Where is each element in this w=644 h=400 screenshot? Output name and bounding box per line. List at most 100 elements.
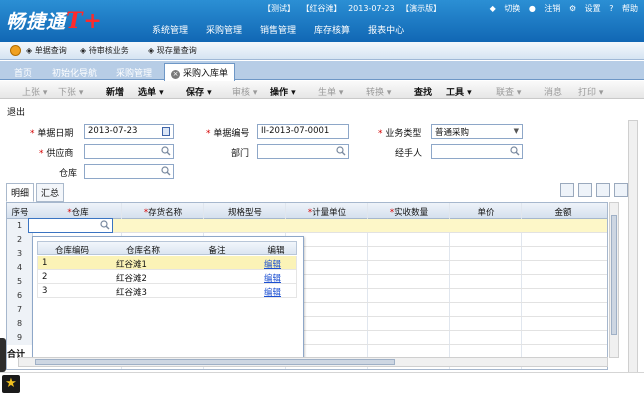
grid-vertical-scrollbar[interactable] xyxy=(609,202,619,358)
warehouse-label: 仓库 xyxy=(59,169,78,179)
col-unit[interactable]: *计量单位 xyxy=(287,206,367,218)
main-menu: 系统管理 采购管理 销售管理 库存核算 报表中心 xyxy=(152,23,422,36)
exit-button[interactable]: 退出 xyxy=(7,105,25,118)
test-badge: 【测试】 xyxy=(263,4,295,13)
relate-button[interactable]: 联查 ▾ xyxy=(496,85,521,98)
convert-button[interactable]: 转换 ▾ xyxy=(366,85,391,98)
search-icon[interactable] xyxy=(100,220,110,230)
dept-field[interactable] xyxy=(257,144,349,159)
login-date: 2013-07-23 xyxy=(348,4,395,13)
quick-stock-query[interactable]: ◈ 现存量查询 xyxy=(148,45,197,56)
close-icon[interactable]: × xyxy=(171,70,180,79)
search-icon[interactable] xyxy=(510,146,520,156)
company-name: 【红谷滩】 xyxy=(301,4,342,13)
switch-link[interactable]: ◆ 切换 xyxy=(490,4,521,13)
menu-system[interactable]: 系统管理 xyxy=(152,23,188,36)
popup-col-note: 备注 xyxy=(208,246,226,256)
mode-badge: 【演示版】 xyxy=(401,4,442,13)
scroll-thumb[interactable] xyxy=(611,215,617,335)
edit-link[interactable]: 编辑 xyxy=(264,258,281,270)
copy-row-icon[interactable] xyxy=(560,183,574,197)
edit-link[interactable]: 编辑 xyxy=(264,286,281,298)
tab-home[interactable]: 首页 xyxy=(8,64,38,80)
grid-header: 序号 *仓库 *存货名称 规格型号 *计量单位 *实收数量 单价 金额 xyxy=(7,203,607,219)
help-link[interactable]: ? 帮助 xyxy=(609,4,638,13)
gear-icon[interactable] xyxy=(10,45,21,56)
doc-date-label: * 单据日期 xyxy=(30,129,74,139)
dept-label: 部门 xyxy=(231,149,250,159)
quick-nav: ◈ 单据查询 ◈ 待审核业务 ◈ 现存量查询 xyxy=(0,42,644,60)
search-icon[interactable] xyxy=(161,166,171,176)
col-warehouse[interactable]: *仓库 xyxy=(35,206,121,218)
biz-type-select[interactable]: 普通采购 xyxy=(431,124,523,139)
col-spec[interactable]: 规格型号 xyxy=(205,206,285,218)
handler-label: 经手人 xyxy=(395,149,423,159)
handler-field[interactable] xyxy=(431,144,523,159)
save-button[interactable]: 保存 ▾ xyxy=(186,85,212,98)
tools-button[interactable]: 工具 ▾ xyxy=(446,85,472,98)
quick-doc-query[interactable]: ◈ 单据查询 xyxy=(26,45,67,56)
audit-button[interactable]: 审核 ▾ xyxy=(232,85,257,98)
popup-col-code: 仓库编码 xyxy=(54,246,89,256)
export-excel-icon[interactable] xyxy=(578,183,592,197)
row-number: 5 xyxy=(7,275,33,289)
grid-toolbar xyxy=(556,183,628,197)
warehouse-name: 红谷滩1 xyxy=(116,260,147,270)
settings-link[interactable]: ⚙ 设置 xyxy=(569,4,601,13)
tab-summary[interactable]: 汇总 xyxy=(36,183,65,202)
scroll-thumb[interactable] xyxy=(35,359,395,365)
prev-button[interactable]: 上张 ▾ xyxy=(22,85,47,98)
row-number: 8 xyxy=(7,317,33,331)
print-button[interactable]: 打印 ▾ xyxy=(578,85,603,98)
column-settings-icon[interactable] xyxy=(596,183,610,197)
top-info: 【测试】 【红谷滩】 2013-07-23 【演示版】 xyxy=(263,3,445,14)
popup-row[interactable]: 1 红谷滩1 编辑 xyxy=(37,256,297,270)
popup-header: 仓库编码 仓库名称 备注 编辑 xyxy=(37,241,297,256)
search-icon[interactable] xyxy=(161,146,171,156)
popup-row[interactable]: 3 红谷滩3 编辑 xyxy=(37,284,297,298)
star-icon[interactable]: ★ xyxy=(2,375,20,393)
doc-date-field[interactable]: 2013-07-23 xyxy=(84,124,174,139)
doc-no-field[interactable]: II-2013-07-0001 xyxy=(257,124,349,139)
menu-inventory[interactable]: 库存核算 xyxy=(314,23,350,36)
select-button[interactable]: 选单 ▾ xyxy=(138,85,164,98)
menu-sales[interactable]: 销售管理 xyxy=(260,23,296,36)
page-vertical-scrollbar[interactable] xyxy=(628,120,638,378)
col-unit-price[interactable]: 单价 xyxy=(451,206,521,218)
tab-purchase-mgmt[interactable]: 采购管理 xyxy=(110,64,158,80)
menu-reports[interactable]: 报表中心 xyxy=(368,23,404,36)
find-button[interactable]: 查找 xyxy=(414,85,432,98)
search-icon[interactable] xyxy=(336,146,346,156)
tab-purchase-receipt[interactable]: × 采购入库单 xyxy=(164,63,236,81)
toolbar: 上张 ▾ 下张 ▾ 新增 选单 ▾ 保存 ▾ 审核 ▾ 操作 ▾ 生单 ▾ 转换… xyxy=(0,81,644,99)
detail-tabs: 明细 汇总 xyxy=(6,183,66,202)
operate-button[interactable]: 操作 ▾ xyxy=(270,85,296,98)
calendar-icon[interactable] xyxy=(162,127,170,136)
edit-link[interactable]: 编辑 xyxy=(264,272,281,284)
side-panel-handle[interactable] xyxy=(0,338,6,372)
logout-link[interactable]: ● 注销 xyxy=(529,4,561,13)
popup-row[interactable]: 2 红谷滩2 编辑 xyxy=(37,270,297,284)
col-item-name[interactable]: *存货名称 xyxy=(123,206,203,218)
warehouse-field[interactable] xyxy=(84,164,174,179)
tab-bar: 首页 初始化导航 采购管理 × 采购入库单 xyxy=(0,61,644,81)
menu-purchase[interactable]: 采购管理 xyxy=(206,23,242,36)
col-quantity[interactable]: *实收数量 xyxy=(369,206,449,218)
save-layout-icon[interactable] xyxy=(614,183,628,197)
warehouse-name: 红谷滩3 xyxy=(116,288,147,298)
next-button[interactable]: 下张 ▾ xyxy=(58,85,83,98)
supplier-field[interactable] xyxy=(84,144,174,159)
new-button[interactable]: 新增 xyxy=(106,85,124,98)
message-button[interactable]: 消息 xyxy=(544,85,562,98)
horizontal-scrollbar[interactable] xyxy=(18,357,608,367)
warehouse-code: 3 xyxy=(42,286,48,296)
warehouse-cell-input[interactable] xyxy=(28,218,113,233)
col-amount[interactable]: 金额 xyxy=(523,206,603,218)
row-number: 7 xyxy=(7,303,33,317)
tab-label: 采购入库单 xyxy=(183,69,229,79)
quick-pending-audit[interactable]: ◈ 待审核业务 xyxy=(80,45,129,56)
tab-init-guide[interactable]: 初始化导航 xyxy=(46,64,103,80)
tab-detail[interactable]: 明细 xyxy=(6,183,35,202)
top-header: 畅捷通T+ 【测试】 【红谷滩】 2013-07-23 【演示版】 ◆ 切换 ●… xyxy=(0,0,644,42)
generate-button[interactable]: 生单 ▾ xyxy=(318,85,343,98)
